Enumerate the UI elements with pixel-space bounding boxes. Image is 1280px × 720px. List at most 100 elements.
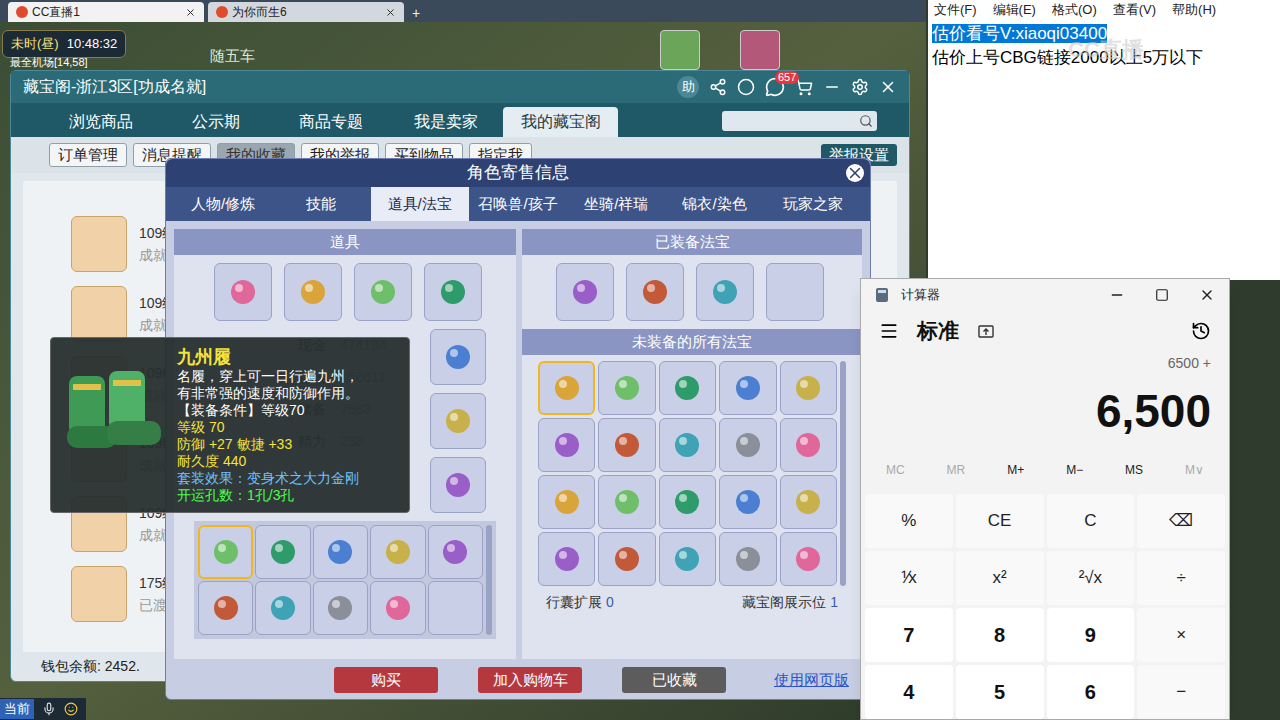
item-slot[interactable] (719, 532, 776, 586)
item-slot[interactable] (780, 532, 837, 586)
menu-item[interactable]: 格式(O) (1052, 0, 1097, 20)
party-avatar[interactable] (660, 30, 700, 70)
item-slot[interactable] (659, 418, 716, 472)
item-slot[interactable] (556, 263, 614, 321)
item-slot[interactable] (598, 418, 655, 472)
calc-key[interactable]: ⅟x (865, 551, 953, 605)
dialog-tab[interactable]: 玩家之家 (764, 187, 862, 221)
item-slot[interactable] (198, 581, 253, 635)
share-icon[interactable] (709, 78, 727, 96)
keep-on-top-icon[interactable] (977, 322, 995, 340)
calc-key[interactable]: ²√x (1047, 551, 1135, 605)
item-slot[interactable] (538, 418, 595, 472)
item-slot[interactable] (538, 475, 595, 529)
menu-item[interactable]: 文件(F) (934, 0, 977, 20)
calc-key[interactable]: C (1047, 494, 1135, 548)
stop-icon[interactable] (737, 78, 755, 96)
minimize-icon[interactable] (823, 78, 841, 96)
item-slot[interactable] (430, 457, 486, 513)
dialog-button[interactable]: 加入购物车 (478, 667, 582, 693)
cbg-tab[interactable]: 公示期 (158, 107, 273, 137)
browser-tab[interactable]: CC直播1 (8, 2, 204, 22)
calc-key[interactable]: × (1137, 608, 1225, 662)
memory-button[interactable]: MC (886, 461, 905, 479)
dialog-tab[interactable]: 锦衣/染色 (665, 187, 763, 221)
dialog-tab[interactable]: 召唤兽/孩子 (469, 187, 567, 221)
item-slot[interactable] (313, 525, 368, 579)
calc-key[interactable]: ⌫ (1137, 494, 1225, 548)
maximize-icon[interactable] (1155, 288, 1169, 302)
item-slot[interactable] (255, 581, 310, 635)
minimize-icon[interactable] (1109, 287, 1125, 303)
menu-item[interactable]: 帮助(H) (1172, 0, 1216, 20)
party-avatar[interactable] (740, 30, 780, 70)
close-icon[interactable] (1199, 287, 1215, 303)
menu-item[interactable]: 查看(V) (1113, 0, 1156, 20)
item-slot[interactable] (255, 525, 310, 579)
item-slot[interactable] (354, 263, 412, 321)
dialog-button[interactable]: 购买 (334, 667, 438, 693)
calc-key[interactable]: 8 (956, 608, 1044, 662)
web-link[interactable]: 使用网页版 (774, 669, 849, 692)
calc-key[interactable]: % (865, 494, 953, 548)
menu-item[interactable]: 编辑(E) (993, 0, 1036, 20)
item-slot[interactable] (430, 393, 486, 449)
notepad-text[interactable]: 估价看号V:xiaoqi03400估价上号CBG链接2000以上5万以下CC直播 (928, 20, 1280, 70)
calc-key[interactable]: 4 (865, 665, 953, 719)
item-slot[interactable] (370, 525, 425, 579)
item-slot[interactable] (370, 581, 425, 635)
item-slot[interactable] (626, 263, 684, 321)
memory-button[interactable]: M− (1066, 461, 1083, 479)
dialog-tab[interactable]: 坐骑/祥瑞 (567, 187, 665, 221)
item-slot[interactable] (198, 525, 253, 579)
search-field[interactable] (722, 111, 877, 131)
help-button[interactable]: 助 (677, 76, 699, 98)
item-slot[interactable] (214, 263, 272, 321)
dialog-button[interactable]: 已收藏 (622, 667, 726, 693)
item-slot[interactable] (538, 532, 595, 586)
item-slot[interactable] (538, 361, 595, 415)
dialog-close-icon[interactable] (846, 164, 864, 182)
memory-button[interactable]: M∨ (1185, 461, 1204, 479)
mic-icon[interactable] (42, 702, 56, 716)
item-slot[interactable] (598, 532, 655, 586)
item-slot[interactable] (659, 475, 716, 529)
cbg-subtab[interactable]: 订单管理 (49, 143, 127, 167)
item-slot[interactable] (284, 263, 342, 321)
calc-key[interactable]: 7 (865, 608, 953, 662)
item-slot[interactable] (430, 329, 486, 385)
item-slot[interactable] (719, 418, 776, 472)
menu-icon[interactable] (879, 321, 899, 341)
item-slot[interactable] (428, 525, 483, 579)
calc-key[interactable]: ÷ (1137, 551, 1225, 605)
dialog-tab[interactable]: 人物/修炼 (174, 187, 272, 221)
item-slot[interactable] (696, 263, 754, 321)
item-slot[interactable] (780, 361, 837, 415)
scrollbar[interactable] (486, 525, 492, 635)
item-slot[interactable] (659, 532, 716, 586)
close-icon[interactable] (185, 7, 196, 18)
close-icon[interactable] (879, 78, 897, 96)
item-slot[interactable] (598, 361, 655, 415)
calc-key[interactable]: 9 (1047, 608, 1135, 662)
item-slot[interactable] (780, 418, 837, 472)
scrollbar[interactable] (840, 361, 846, 586)
cbg-tab[interactable]: 我是卖家 (388, 107, 503, 137)
item-slot[interactable] (313, 581, 368, 635)
item-slot[interactable] (719, 361, 776, 415)
cbg-tab[interactable]: 浏览商品 (43, 107, 158, 137)
memory-button[interactable]: MR (947, 461, 966, 479)
emoji-icon[interactable] (64, 702, 78, 716)
calc-key[interactable]: − (1137, 665, 1225, 719)
item-slot[interactable] (598, 475, 655, 529)
close-icon[interactable] (385, 7, 396, 18)
item-slot[interactable] (659, 361, 716, 415)
dialog-tab[interactable]: 技能 (272, 187, 370, 221)
memory-button[interactable]: M+ (1007, 461, 1024, 479)
history-icon[interactable] (1191, 321, 1211, 341)
memory-button[interactable]: MS (1125, 461, 1143, 479)
item-slot[interactable] (719, 475, 776, 529)
dialog-tab[interactable]: 道具/法宝 (371, 187, 469, 221)
browser-tab[interactable]: 为你而生6 (208, 2, 404, 22)
chat-channel[interactable]: 当前 (0, 699, 34, 719)
